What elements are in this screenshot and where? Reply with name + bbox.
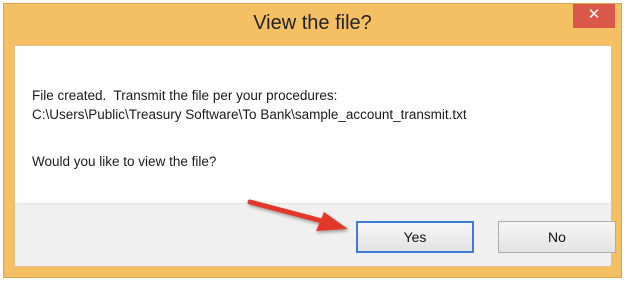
- button-bar: Yes No: [15, 203, 616, 266]
- yes-button[interactable]: Yes: [356, 221, 474, 253]
- dialog-title: View the file?: [253, 12, 372, 34]
- title-bar[interactable]: View the file? ✕: [4, 4, 621, 44]
- message-line-path: C:\Users\Public\Treasury Software\To Ban…: [32, 107, 467, 122]
- message-line-created: File created. Transmit the file per your…: [32, 88, 338, 103]
- close-button[interactable]: ✕: [573, 4, 615, 28]
- message-text: File created. Transmit the file per your…: [32, 86, 467, 124]
- no-button[interactable]: No: [498, 221, 616, 253]
- close-icon: ✕: [587, 6, 601, 23]
- dialog-body: File created. Transmit the file per your…: [14, 45, 616, 267]
- question-text: Would you like to view the file?: [32, 154, 217, 169]
- dialog-window: View the file? ✕ File created. Transmit …: [3, 3, 622, 278]
